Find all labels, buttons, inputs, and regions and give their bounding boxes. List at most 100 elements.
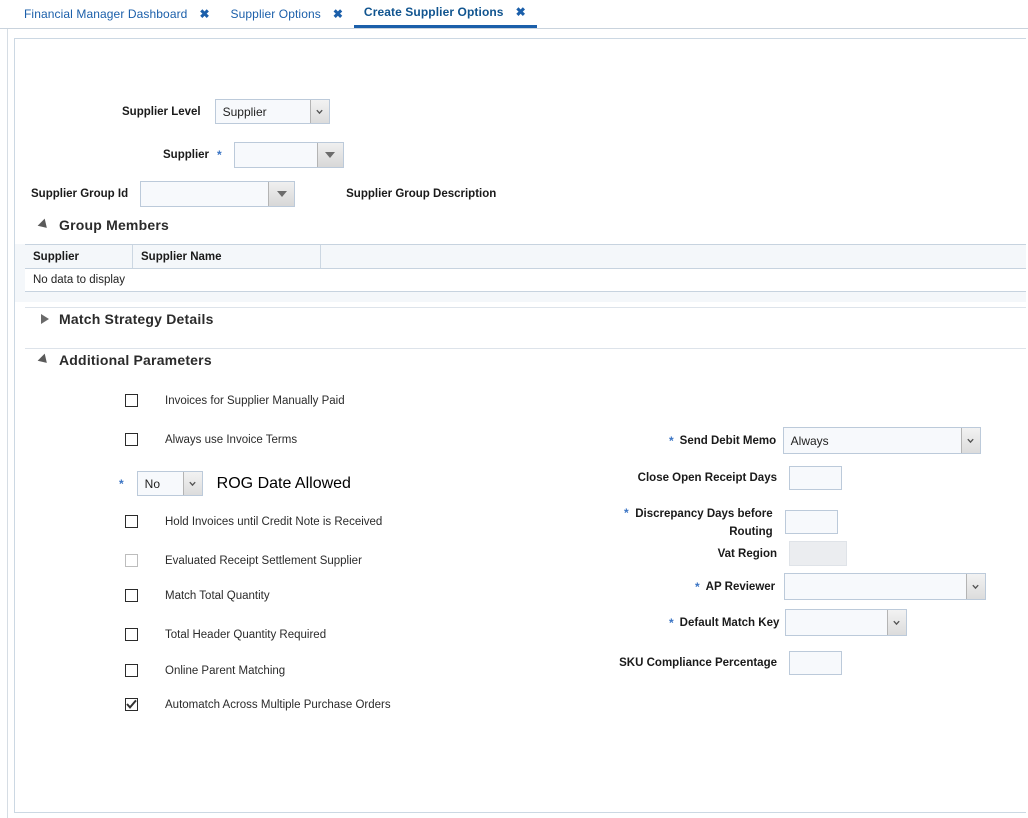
ap-reviewer-row: * AP Reviewer: [695, 573, 986, 600]
default-match-key-label: Default Match Key: [680, 617, 772, 629]
dropdown-triangle-icon[interactable]: [317, 143, 343, 167]
vat-region-input: [789, 541, 847, 566]
close-open-receipt-days-input[interactable]: [789, 466, 842, 490]
group-members-table: Supplier Supplier Name No data to displa…: [25, 244, 1026, 292]
checkbox-row-evaluated-receipt-settlement: Evaluated Receipt Settlement Supplier: [125, 554, 362, 567]
checkbox-label: Total Header Quantity Required: [165, 629, 326, 641]
checkbox-label: Online Parent Matching: [165, 665, 285, 677]
send-debit-memo-select[interactable]: Always: [783, 427, 981, 454]
additional-parameters-header[interactable]: Additional Parameters: [39, 352, 212, 368]
column-header-supplier-name[interactable]: Supplier Name: [133, 245, 321, 268]
checkbox-label: Always use Invoice Terms: [165, 434, 297, 446]
divider: [25, 348, 1026, 349]
send-debit-memo-value: Always: [784, 434, 961, 448]
disclosure-open-icon[interactable]: [39, 355, 50, 366]
required-indicator: *: [119, 478, 124, 490]
label-line-2: Routing: [729, 526, 772, 538]
close-icon[interactable]: ✖: [333, 8, 343, 20]
required-indicator: *: [217, 149, 222, 161]
checkbox-automatch-across-multiple-pos[interactable]: [125, 698, 138, 711]
checkbox-label: Hold Invoices until Credit Note is Recei…: [165, 516, 382, 528]
chevron-down-icon[interactable]: [310, 100, 329, 123]
match-strategy-details-title: Match Strategy Details: [59, 311, 214, 327]
vat-region-row: Vat Region: [615, 541, 847, 566]
supplier-level-label: Supplier Level: [122, 106, 201, 118]
divider: [25, 307, 1026, 308]
checkbox-match-total-quantity[interactable]: [125, 589, 138, 602]
rog-date-allowed-select[interactable]: No: [137, 471, 203, 496]
chevron-down-icon[interactable]: [966, 574, 985, 599]
supplier-group-description-label: Supplier Group Description: [346, 188, 496, 200]
rog-date-allowed-label: ROG Date Allowed: [217, 475, 351, 493]
supplier-level-value: Supplier: [216, 105, 310, 119]
group-members-header[interactable]: Group Members: [39, 217, 169, 233]
sku-compliance-percentage-row: SKU Compliance Percentage: [615, 651, 842, 675]
checkbox-row-always-use-invoice-terms[interactable]: Always use Invoice Terms: [125, 433, 297, 446]
checkbox-evaluated-receipt-settlement: [125, 554, 138, 567]
close-icon[interactable]: ✖: [199, 8, 209, 20]
tab-create-supplier-options[interactable]: Create Supplier Options ✖: [354, 0, 537, 28]
column-header-supplier[interactable]: Supplier: [25, 245, 133, 268]
disclosure-open-icon[interactable]: [39, 220, 50, 231]
supplier-group-id-lov[interactable]: [140, 181, 295, 207]
supplier-level-select[interactable]: Supplier: [215, 99, 330, 124]
tab-bar: Financial Manager Dashboard ✖ Supplier O…: [0, 0, 1028, 29]
tab-financial-manager-dashboard[interactable]: Financial Manager Dashboard ✖: [14, 0, 221, 28]
rog-date-allowed-value: No: [138, 477, 183, 491]
discrepancy-days-before-routing-label: Discrepancy Days before Routing: [635, 504, 773, 540]
chevron-down-icon[interactable]: [961, 428, 980, 453]
left-rail: [0, 29, 8, 818]
checkbox-total-header-quantity-required[interactable]: [125, 628, 138, 641]
supplier-lov[interactable]: [234, 142, 344, 168]
supplier-row: Supplier *: [163, 142, 344, 168]
send-debit-memo-label: Send Debit Memo: [680, 435, 770, 447]
chevron-down-icon[interactable]: [887, 610, 906, 635]
tab-label: Financial Manager Dashboard: [24, 7, 187, 21]
checkmark-icon: [126, 699, 137, 710]
close-icon[interactable]: ✖: [516, 6, 526, 18]
checkbox-always-use-invoice-terms[interactable]: [125, 433, 138, 446]
supplier-group-id-row: Supplier Group Id Supplier Group Descrip…: [31, 181, 496, 207]
discrepancy-days-before-routing-input[interactable]: [785, 510, 838, 534]
no-data-text: No data to display: [33, 274, 125, 286]
checkbox-row-online-parent-matching[interactable]: Online Parent Matching: [125, 664, 285, 677]
checkbox-row-automatch-across-multiple-pos[interactable]: Automatch Across Multiple Purchase Order…: [125, 698, 391, 711]
sku-compliance-percentage-input[interactable]: [789, 651, 842, 675]
ap-reviewer-select[interactable]: [784, 573, 986, 600]
group-members-title: Group Members: [59, 217, 169, 233]
checkbox-row-total-header-quantity-required[interactable]: Total Header Quantity Required: [125, 628, 326, 641]
table-header-row: Supplier Supplier Name: [25, 244, 1026, 269]
default-match-key-row: * Default Match Key: [669, 609, 907, 636]
checkbox-label: Evaluated Receipt Settlement Supplier: [165, 555, 362, 567]
close-open-receipt-days-row: Close Open Receipt Days: [615, 466, 842, 490]
column-header-filler: [321, 245, 1026, 268]
checkbox-online-parent-matching[interactable]: [125, 664, 138, 677]
vat-region-label: Vat Region: [615, 548, 777, 560]
dropdown-triangle-icon[interactable]: [268, 182, 294, 206]
checkbox-row-match-total-quantity[interactable]: Match Total Quantity: [125, 589, 270, 602]
checkbox-row-hold-invoices-credit-note[interactable]: Hold Invoices until Credit Note is Recei…: [125, 515, 382, 528]
supplier-group-id-label: Supplier Group Id: [31, 188, 128, 200]
send-debit-memo-row: * Send Debit Memo Always: [669, 427, 999, 454]
supplier-label: Supplier: [163, 149, 209, 161]
tab-supplier-options[interactable]: Supplier Options ✖: [221, 0, 354, 28]
checkbox-hold-invoices-credit-note[interactable]: [125, 515, 138, 528]
default-match-key-select[interactable]: [785, 609, 907, 636]
sku-compliance-percentage-label: SKU Compliance Percentage: [615, 657, 777, 669]
checkbox-label: Match Total Quantity: [165, 590, 270, 602]
checkbox-row-invoices-manually-paid[interactable]: Invoices for Supplier Manually Paid: [125, 394, 345, 407]
label-line-1: Discrepancy Days before: [635, 508, 772, 520]
checkbox-label: Automatch Across Multiple Purchase Order…: [165, 699, 391, 711]
create-supplier-options-panel: Supplier Level Supplier Supplier * Suppl…: [14, 38, 1026, 813]
page-viewport: Supplier Level Supplier Supplier * Suppl…: [0, 29, 1028, 818]
match-strategy-details-header[interactable]: Match Strategy Details: [39, 311, 214, 327]
required-indicator: *: [669, 435, 674, 447]
close-open-receipt-days-label: Close Open Receipt Days: [615, 472, 777, 484]
required-indicator: *: [669, 617, 674, 629]
tab-label: Create Supplier Options: [364, 5, 504, 19]
required-indicator: *: [624, 507, 629, 519]
chevron-down-icon[interactable]: [183, 472, 202, 495]
checkbox-invoices-manually-paid[interactable]: [125, 394, 138, 407]
discrepancy-days-before-routing-row: * Discrepancy Days before Routing: [624, 504, 838, 540]
disclosure-closed-icon[interactable]: [39, 314, 50, 325]
